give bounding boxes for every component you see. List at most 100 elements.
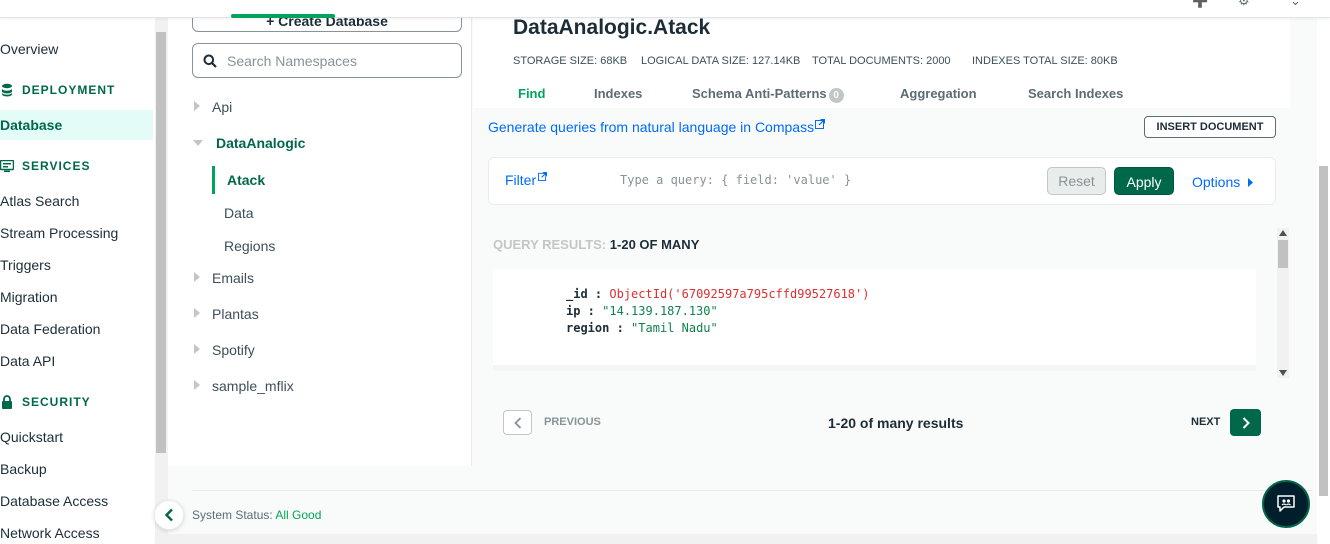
results-scrollbar[interactable] (1277, 228, 1289, 378)
doc-field-ip: ip : "14.139.187.130" (566, 304, 718, 318)
chevron-left-icon (164, 508, 173, 522)
external-link-icon (815, 119, 826, 129)
doc-field-id: _id : ObjectId('67092597a795cffd99527618… (566, 287, 870, 301)
options-label: Options (1192, 174, 1241, 190)
doc-value-id: ObjectId('67092597a795cffd99527618') (609, 287, 870, 301)
main-scrollbar-thumb[interactable] (1319, 166, 1328, 496)
collection-title: DataAnalogic.Atack (513, 16, 711, 39)
sidebar-item-network-access[interactable]: Network Access (0, 525, 100, 541)
sidebar-scrollbar[interactable] (155, 18, 168, 544)
stat-storage-size: STORAGE SIZE: 68KB (513, 55, 628, 67)
tab-aggregation[interactable]: Aggregation (900, 86, 977, 101)
next-page-button[interactable] (1230, 409, 1261, 436)
sidebar-item-migration[interactable]: Migration (0, 289, 58, 305)
sidebar-item-data-api[interactable]: Data API (0, 353, 55, 369)
database-stack-icon (0, 83, 14, 97)
caret-right-icon[interactable] (194, 344, 200, 354)
active-top-tab-indicator (231, 14, 335, 18)
deployment-heading-label: DEPLOYMENT (22, 83, 116, 97)
caret-right-icon[interactable] (194, 308, 200, 318)
filter-label-text: Filter (505, 172, 537, 188)
caret-right-icon (1248, 178, 1254, 187)
services-heading: SERVICES (0, 159, 90, 173)
chat-support-button[interactable] (1262, 480, 1310, 528)
namespace-db-sample-mflix[interactable]: sample_mflix (212, 378, 294, 394)
query-results-label: QUERY RESULTS: 1-20 OF MANY (493, 237, 699, 252)
stat-logical-data-size: LOGICAL DATA SIZE: 127.14KB (641, 55, 801, 67)
sidebar-item-database[interactable]: Database (0, 117, 62, 133)
caret-right-icon[interactable] (194, 101, 200, 111)
tab-schema-anti-patterns[interactable]: Schema Anti-Patterns 0 (692, 86, 844, 103)
security-heading: SECURITY (0, 395, 91, 409)
sidebar-item-backup[interactable]: Backup (0, 461, 47, 477)
caret-down-icon[interactable] (193, 140, 203, 146)
top-nav-bar: ➕ ⚙ ⌄ (0, 0, 1330, 18)
generate-queries-label: Generate queries from natural language i… (488, 119, 815, 135)
insert-document-button[interactable]: INSERT DOCUMENT (1144, 116, 1276, 138)
tab-indexes[interactable]: Indexes (594, 86, 642, 101)
chevron-down-icon[interactable]: ⌄ (1290, 0, 1308, 8)
reset-button[interactable]: Reset (1047, 167, 1106, 195)
doc-key-region: region (566, 321, 610, 335)
footer-divider (192, 490, 1312, 491)
filter-query-input[interactable]: Type a query: { field: 'value' } (620, 173, 851, 187)
namespace-search-placeholder: Search Namespaces (227, 52, 357, 69)
left-sidebar: Overview DEPLOYMENT Database SERVICES At… (0, 18, 155, 544)
sidebar-item-overview[interactable]: Overview (0, 41, 58, 57)
query-results-prefix: QUERY RESULTS: (493, 237, 607, 252)
namespace-db-dataanalogic[interactable]: DataAnalogic (216, 135, 305, 151)
options-toggle[interactable]: Options (1192, 174, 1254, 190)
scroll-down-icon[interactable] (1279, 370, 1287, 376)
security-heading-label: SECURITY (22, 395, 91, 409)
chevron-left-icon (514, 417, 522, 429)
namespace-db-api[interactable]: Api (212, 99, 232, 115)
apply-button[interactable]: Apply (1114, 167, 1174, 195)
doc-key-ip: ip (566, 304, 581, 318)
sidebar-item-database-access[interactable]: Database Access (0, 493, 108, 509)
next-page-label: NEXT (1191, 416, 1221, 428)
previous-page-button[interactable] (503, 410, 532, 435)
namespace-collection-atack[interactable]: Atack (227, 172, 265, 188)
sidebar-item-data-federation[interactable]: Data Federation (0, 321, 100, 337)
namespace-db-plantas[interactable]: Plantas (212, 306, 259, 322)
sidebar-item-stream-processing[interactable]: Stream Processing (0, 225, 118, 241)
main-scrollbar[interactable] (1317, 18, 1330, 544)
sidebar-item-atlas-search[interactable]: Atlas Search (0, 193, 79, 209)
filter-label[interactable]: Filter (505, 172, 548, 188)
generate-queries-link[interactable]: Generate queries from natural language i… (488, 119, 826, 135)
namespace-db-spotify[interactable]: Spotify (212, 342, 255, 358)
services-icon (0, 159, 14, 173)
document-card[interactable] (493, 269, 1256, 371)
caret-right-icon[interactable] (194, 380, 200, 390)
doc-value-ip: "14.139.187.130" (602, 304, 718, 318)
external-link-icon (538, 172, 548, 181)
namespace-search-input[interactable]: Search Namespaces (192, 43, 462, 78)
doc-key-id: _id (566, 287, 588, 301)
active-collection-indicator (212, 166, 215, 194)
namespace-db-emails[interactable]: Emails (212, 270, 254, 286)
tab-search-indexes[interactable]: Search Indexes (1028, 86, 1123, 101)
scroll-up-icon[interactable] (1279, 230, 1287, 236)
stat-indexes-size: INDEXES TOTAL SIZE: 80KB (972, 55, 1118, 67)
schema-count-badge: 0 (828, 88, 844, 103)
caret-right-icon[interactable] (194, 272, 200, 282)
sidebar-scrollbar-thumb[interactable] (156, 32, 166, 453)
system-status: System Status: All Good (192, 508, 321, 522)
horizontal-scrollbar[interactable] (155, 534, 1317, 544)
integrations-icon[interactable]: ⚙ (1238, 0, 1256, 8)
namespace-collection-data[interactable]: Data (224, 205, 254, 221)
sidebar-item-triggers[interactable]: Triggers (0, 257, 51, 273)
system-status-value[interactable]: All Good (275, 508, 321, 522)
previous-page-label: PREVIOUS (544, 416, 601, 428)
doc-value-region: "Tamil Nadu" (631, 321, 718, 335)
invite-user-icon[interactable]: ➕ (1192, 0, 1210, 8)
stat-total-documents: TOTAL DOCUMENTS: 2000 (812, 55, 951, 67)
results-scrollbar-thumb[interactable] (1278, 240, 1288, 268)
namespace-collection-regions[interactable]: Regions (224, 238, 275, 254)
doc-field-region: region : "Tamil Nadu" (566, 321, 718, 335)
tab-find[interactable]: Find (518, 86, 545, 101)
sidebar-item-quickstart[interactable]: Quickstart (0, 429, 63, 445)
collapse-sidebar-button[interactable] (154, 500, 184, 530)
services-heading-label: SERVICES (22, 159, 91, 173)
deployment-heading: DEPLOYMENT (0, 83, 115, 97)
